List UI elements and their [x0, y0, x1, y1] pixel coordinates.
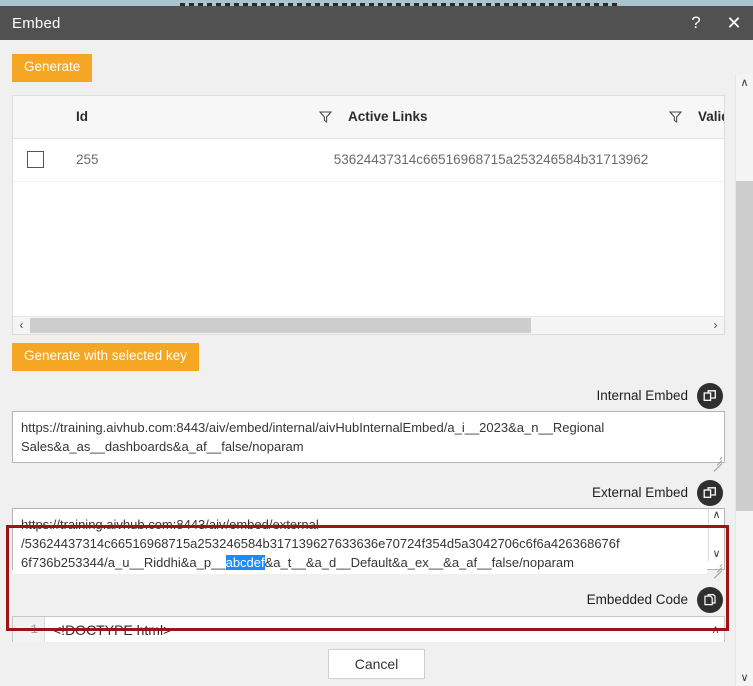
embedded-code-label: Embedded Code: [586, 592, 688, 608]
grid-horizontal-scrollbar[interactable]: ‹ ›: [13, 315, 724, 334]
scroll-down-arrow-icon[interactable]: ∨: [712, 548, 720, 560]
grid-header-row: Id Active Links Vali: [13, 95, 724, 139]
scroll-left-arrow-icon[interactable]: ‹: [13, 317, 30, 334]
embedded-code-editor[interactable]: 1 <!DOCTYPE html> ∧: [12, 615, 725, 644]
dialog-scroll-thumb[interactable]: [736, 181, 753, 511]
dialog-scroll-down-arrow-icon[interactable]: ∨: [736, 669, 753, 686]
grid-header-active-links-label: Active Links: [348, 109, 428, 125]
dialog-scroll-up-arrow-icon[interactable]: ∧: [736, 74, 753, 91]
dialog-footer: Cancel: [0, 642, 753, 686]
external-embed-wrap: https://training.aivhub.com:8443/aiv/emb…: [12, 507, 725, 579]
internal-embed-textarea[interactable]: [12, 410, 725, 463]
dialog-titlebar: Embed ? ✕: [0, 6, 753, 40]
row-checkbox-cell: [13, 151, 58, 169]
internal-embed-label: Internal Embed: [596, 388, 688, 404]
generate-with-selected-key-button[interactable]: Generate with selected key: [12, 342, 199, 371]
row-select-checkbox[interactable]: [27, 151, 44, 169]
scroll-right-arrow-icon[interactable]: ›: [707, 317, 724, 334]
dialog-scroll-track[interactable]: [736, 91, 753, 669]
grid-header-valid-label: Valid: [698, 109, 724, 125]
close-icon[interactable]: ✕: [715, 6, 753, 40]
copy-icon-external-embed[interactable]: [697, 479, 723, 506]
grid-hscroll-track[interactable]: [30, 317, 707, 334]
generate-button[interactable]: Generate: [12, 54, 93, 82]
grid-header-active-links[interactable]: Active Links: [316, 96, 666, 138]
filter-icon-active-links[interactable]: [316, 108, 334, 126]
code-line-content[interactable]: <!DOCTYPE html>: [45, 617, 707, 643]
external-embed-label: External Embed: [591, 485, 688, 501]
copy-icon-internal-embed[interactable]: [697, 382, 723, 409]
grid-rows: 255 53624437314c66516968715a253246584b31…: [13, 138, 724, 316]
dialog-vertical-scrollbar[interactable]: ∧ ∨: [735, 74, 753, 686]
grid-hscroll-thumb[interactable]: [30, 317, 531, 333]
internal-embed-wrap: [12, 410, 725, 472]
code-line-number: 1: [13, 616, 45, 643]
code-scroll-up-arrow-icon[interactable]: ∧: [707, 616, 724, 643]
grid-header-valid[interactable]: Valid: [666, 96, 724, 138]
embedded-code-label-row: Embedded Code: [12, 585, 725, 615]
scroll-up-arrow-icon[interactable]: ∧: [712, 509, 720, 521]
active-links-grid: Id Active Links Vali 255 53624437314c665…: [12, 94, 725, 335]
external-embed-scrollbar[interactable]: ∧ ∨: [708, 508, 724, 561]
external-embed-textarea[interactable]: [12, 507, 725, 570]
dialog-content: Generate Id Active Links Vali 255 536244…: [0, 40, 753, 686]
dialog-title: Embed: [12, 14, 61, 32]
table-row[interactable]: 255 53624437314c66516968715a253246584b31…: [13, 139, 724, 182]
dialog-body: Generate Id Active Links Vali 255 536244…: [0, 40, 753, 686]
row-id-cell: 255: [76, 152, 99, 168]
filter-icon-valid[interactable]: [666, 108, 684, 126]
external-embed-label-row: External Embed: [12, 478, 725, 508]
cancel-button[interactable]: Cancel: [327, 649, 426, 679]
embed-dialog: Embed ? ✕ Generate Id Active Links Vali …: [0, 6, 753, 686]
grid-header-checkbox-cell: [13, 96, 58, 138]
internal-embed-label-row: Internal Embed: [12, 381, 725, 411]
help-icon[interactable]: ?: [677, 6, 715, 40]
copy-pages-icon-embedded-code[interactable]: [697, 586, 723, 613]
row-active-links-cell: 53624437314c66516968715a253246584b317139…: [333, 152, 649, 168]
titlebar-buttons: ? ✕: [677, 6, 753, 40]
grid-header-id[interactable]: Id: [58, 96, 316, 138]
